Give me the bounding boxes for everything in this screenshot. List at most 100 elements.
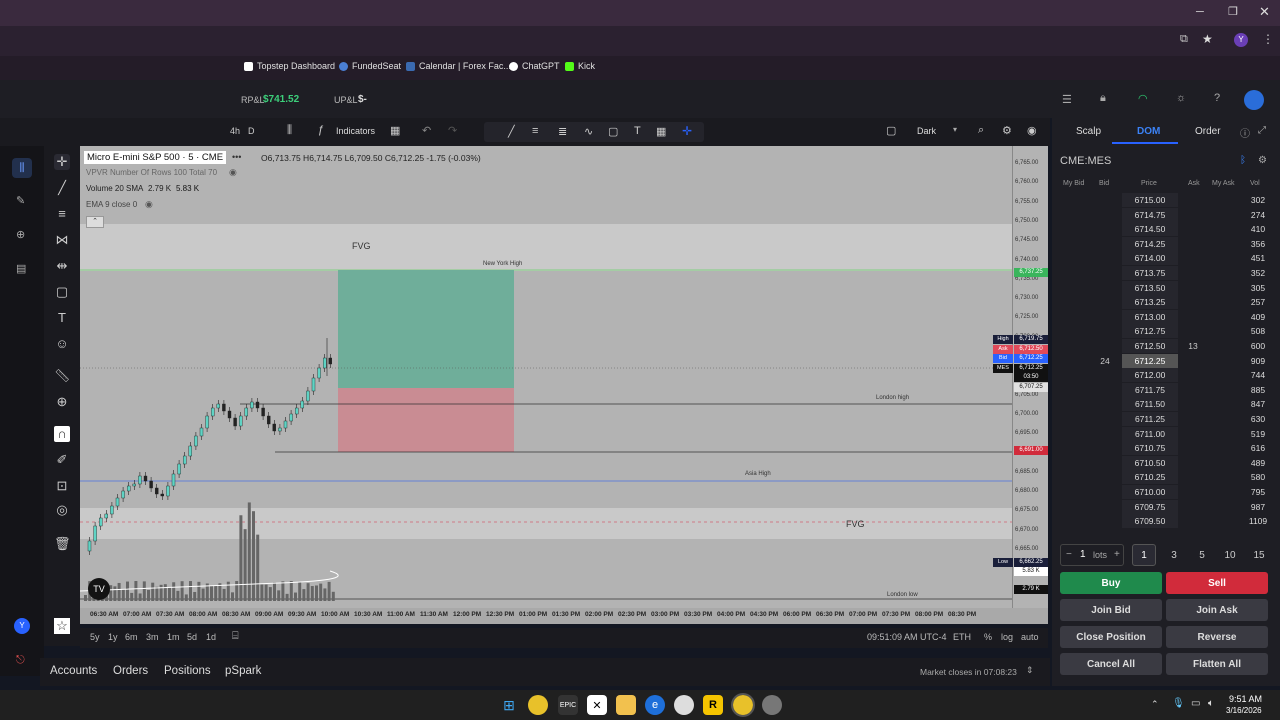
tab-pspark[interactable]: pSpark (225, 665, 261, 677)
bookmark-calendar[interactable]: Calendar | Forex Fac... (406, 61, 511, 71)
crosshair-icon[interactable]: ✛ (682, 124, 692, 138)
fullscreen-icon[interactable]: ▢ (886, 124, 896, 137)
preset-15[interactable]: 15 (1247, 544, 1271, 566)
goto-date-icon[interactable]: ⌸ (232, 630, 239, 643)
reverse-button[interactable]: Reverse (1166, 626, 1268, 648)
dom-row[interactable]: 6713.75 352 (1052, 266, 1280, 280)
fib-icon[interactable]: ≣ (558, 125, 567, 138)
dom-row[interactable]: 6710.75 616 (1052, 441, 1280, 456)
decrement-icon[interactable]: − (1066, 549, 1072, 560)
dom-row[interactable]: 6712.50 13 600 (1052, 339, 1280, 353)
dom-row[interactable]: 6715.00 302 (1052, 193, 1280, 207)
zoom-tool-icon[interactable]: ⊕ (54, 394, 70, 410)
hide-drawings-icon[interactable]: ◎ (54, 502, 70, 518)
channel-icon[interactable]: ≡ (532, 125, 538, 137)
dom-row[interactable]: 6710.50 489 (1052, 455, 1280, 470)
symbol-legend[interactable]: Micro E-mini S&P 500 · 5 · CME (84, 151, 227, 164)
increment-icon[interactable]: + (1114, 549, 1120, 560)
favorite-tools-icon[interactable]: ☆ (54, 618, 70, 634)
dom-row[interactable]: 6714.25 356 (1052, 236, 1280, 251)
eye-icon[interactable]: ◉ (229, 167, 237, 178)
eye-icon[interactable]: ◉ (145, 199, 153, 210)
trash-icon[interactable]: 🗑︎ (54, 536, 71, 552)
preset-5[interactable]: 5 (1190, 544, 1214, 566)
dom-row[interactable]: 6711.75 885 (1052, 382, 1280, 397)
chevron-down-icon[interactable]: ▾ (953, 125, 957, 134)
capcut-icon[interactable]: ✕ (587, 695, 607, 715)
dom-row[interactable]: 6713.00 409 (1052, 309, 1280, 324)
tab-scalp[interactable]: Scalp (1076, 126, 1101, 137)
flatten-all-button[interactable]: Flatten All (1166, 653, 1268, 675)
grid-icon[interactable]: ▦ (656, 125, 666, 138)
close-position-button[interactable]: Close Position (1060, 626, 1162, 648)
dom-row[interactable]: 6711.50 847 (1052, 397, 1280, 412)
bookmark-topstep[interactable]: Topstep Dashboard (244, 61, 335, 71)
range-3m[interactable]: 3m (146, 632, 159, 642)
range-1y[interactable]: 1y (108, 632, 118, 642)
cancel-all-button[interactable]: Cancel All (1060, 653, 1162, 675)
session-button[interactable]: ETH (953, 632, 971, 642)
journal-nav-icon[interactable]: ▤ (16, 262, 26, 275)
network-icon[interactable]: ▭ (1191, 698, 1200, 709)
dom-ladder[interactable]: 6715.00 302 6714.75 274 6714.50 410 6714.25 356… (1052, 193, 1280, 535)
shape-tool-icon[interactable]: ▢ (54, 284, 70, 300)
tab-positions[interactable]: Positions (164, 665, 211, 677)
dom-row[interactable]: 6710.00 795 (1052, 485, 1280, 499)
line-tool-icon[interactable]: ╱ (54, 180, 70, 196)
expand-toggle-icon[interactable]: ⇕ (1026, 665, 1034, 676)
maximize-icon[interactable]: ❐ (1228, 5, 1238, 18)
dom-row[interactable]: 6713.25 257 (1052, 295, 1280, 310)
pattern-tool-icon[interactable]: ⋈ (54, 232, 70, 248)
stay-drawing-icon[interactable]: ✐ (54, 452, 70, 468)
edge-icon[interactable]: e (645, 695, 665, 715)
timeframe-button[interactable]: 4h (230, 126, 240, 136)
tab-dom[interactable]: DOM (1137, 126, 1160, 137)
brush-icon[interactable]: ∿ (584, 125, 593, 138)
undo-icon[interactable]: ↶ (422, 124, 431, 137)
preset-1[interactable]: 1 (1132, 544, 1156, 566)
compass-nav-icon[interactable]: ⊕ (16, 228, 25, 241)
preset-10[interactable]: 10 (1218, 544, 1242, 566)
tab-order[interactable]: Order (1195, 126, 1221, 137)
time-axis[interactable]: 06:30 AM 07:00 AM 07:30 AM 08:00 AM 08:30 AM… (80, 608, 1048, 624)
join-bid-button[interactable]: Join Bid (1060, 599, 1162, 621)
bookmark-chatgpt[interactable]: ChatGPT (509, 61, 560, 71)
sell-button[interactable]: Sell (1166, 572, 1268, 594)
settings-icon[interactable]: ⚙ (1002, 124, 1012, 137)
range-6m[interactable]: 6m (125, 632, 138, 642)
quantity-value[interactable]: 1 (1080, 549, 1086, 560)
minimize-icon[interactable]: ─ (1196, 6, 1204, 18)
cursor-cross-icon[interactable]: ✛ (54, 154, 70, 170)
taskbar-date[interactable]: 3/16/2026 (1226, 706, 1262, 715)
dom-row[interactable]: 6711.00 519 (1052, 426, 1280, 441)
auto-toggle[interactable]: auto (1021, 632, 1039, 642)
pen-nav-icon[interactable]: ✎ (16, 194, 25, 207)
close-window-icon[interactable]: ✕ (1259, 4, 1270, 20)
tab-accounts[interactable]: Accounts (50, 665, 97, 677)
range-1d[interactable]: 1d (206, 632, 216, 642)
windows-start-icon[interactable]: ⊞ (499, 695, 519, 715)
chrome-icon[interactable] (528, 695, 548, 715)
dom-row[interactable]: 6714.00 451 (1052, 251, 1280, 266)
tradingview-logo[interactable]: TV (88, 578, 110, 600)
search-icon[interactable]: ⌕ (978, 124, 984, 137)
join-ask-button[interactable]: Join Ask (1166, 599, 1268, 621)
user-avatar[interactable]: Y (14, 618, 30, 634)
price-axis[interactable]: 6,765.00 6,760.00 6,755.00 6,750.00 6,745.00… (993, 146, 1048, 608)
file-explorer-icon[interactable] (616, 695, 636, 715)
redo-icon[interactable]: ↷ (448, 124, 457, 137)
projection-tool-icon[interactable]: ⇹ (54, 258, 70, 274)
fib-tool-icon[interactable]: ≡ (54, 206, 70, 222)
dom-row[interactable]: 6712.25 24 909 (1052, 353, 1280, 368)
bookmark-star-icon[interactable]: ★ (1202, 32, 1213, 46)
lock-drawings-icon[interactable]: ⊡ (54, 478, 70, 494)
percent-toggle[interactable]: % (984, 632, 992, 642)
text-tool-icon[interactable]: T (54, 310, 70, 326)
preset-3[interactable]: 3 (1162, 544, 1186, 566)
price-chart[interactable]: Micro E-mini S&P 500 · 5 · CME ••• O6,71… (80, 146, 1012, 608)
obs-icon[interactable] (674, 695, 694, 715)
ruler-tool-icon[interactable]: 📏︎ (54, 368, 71, 384)
dom-row[interactable]: 6709.75 987 (1052, 499, 1280, 514)
tab-orders[interactable]: Orders (113, 665, 148, 677)
volume-icon[interactable]: 🔈︎ (1208, 698, 1214, 709)
